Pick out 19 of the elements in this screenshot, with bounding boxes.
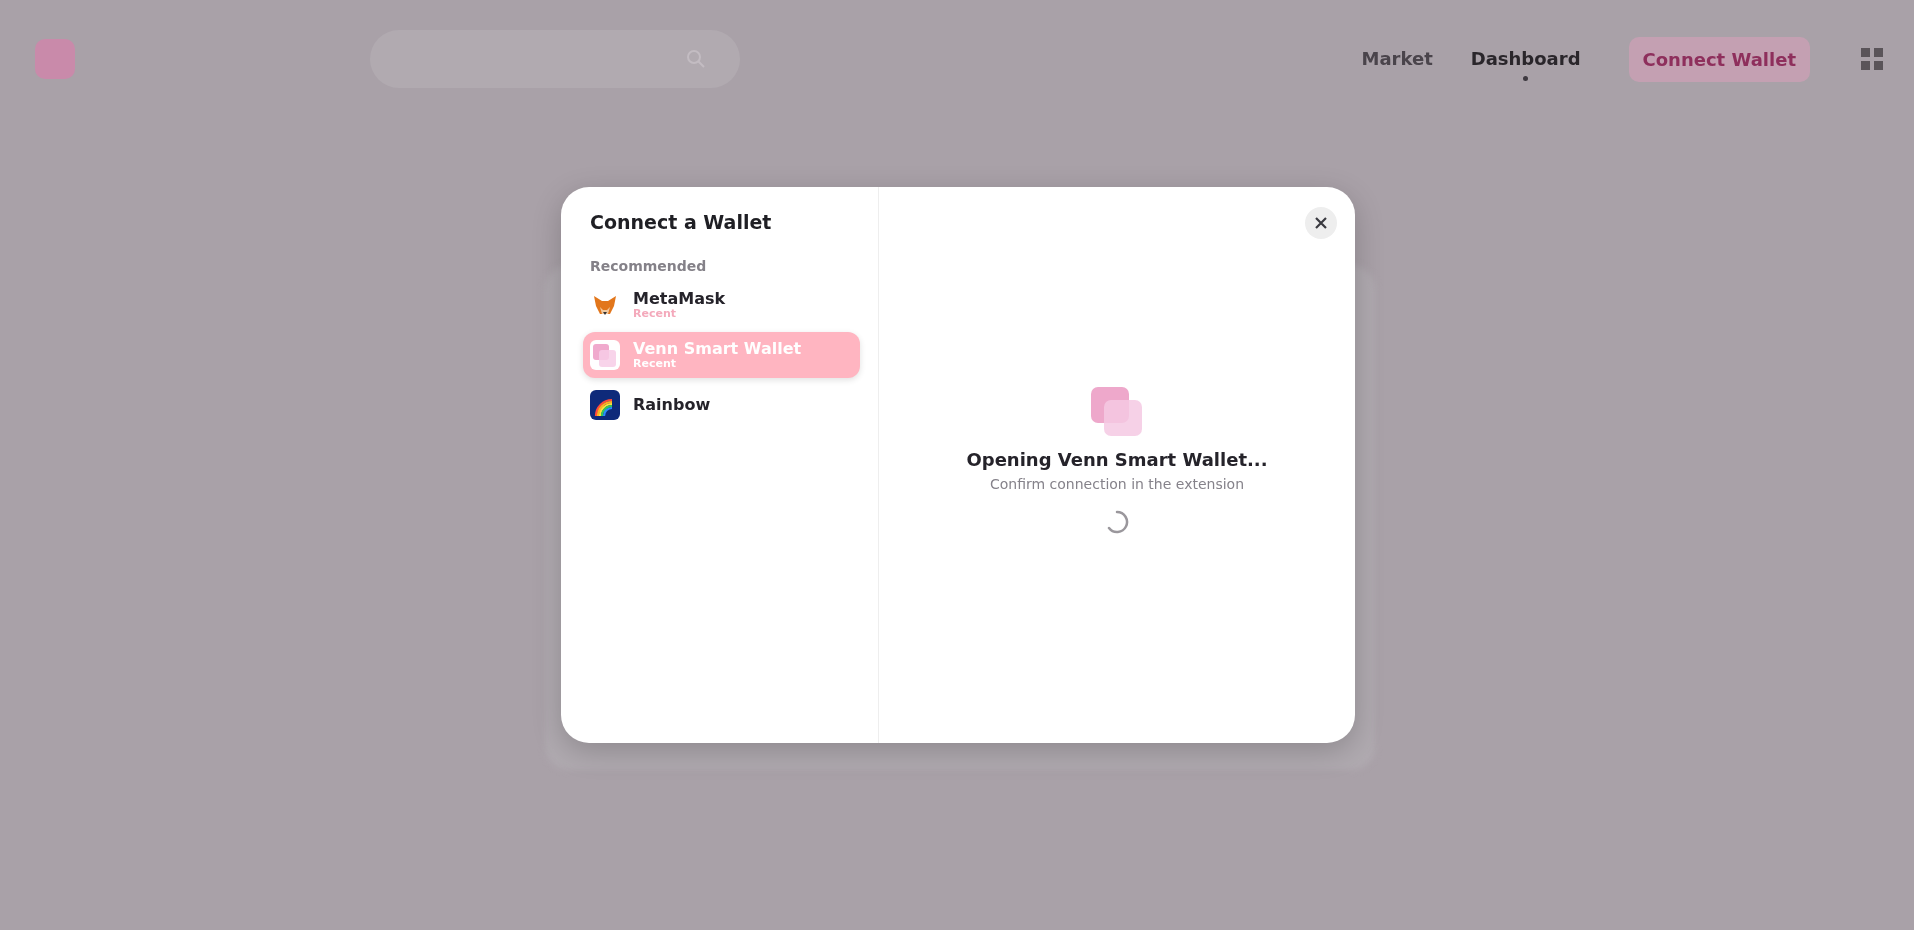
close-button[interactable]	[1305, 207, 1337, 239]
recent-label: Recent	[633, 307, 677, 320]
active-indicator	[1523, 75, 1529, 81]
wallet-option[interactable]: MetaMask Recent	[583, 281, 860, 328]
close-icon	[1314, 216, 1328, 230]
rainbow-icon	[590, 389, 620, 420]
menu-icon[interactable]	[1860, 47, 1884, 71]
section-heading: Recommended	[590, 257, 708, 274]
dialog-title: Connect a Wallet	[590, 211, 773, 234]
nav-link[interactable]: Dashboard	[1470, 48, 1581, 70]
recent-label: Recent	[633, 357, 677, 370]
overlapping-squares-icon	[590, 339, 620, 370]
connect-wallet-button[interactable]: Connect Wallet	[1628, 36, 1810, 82]
loading-spinner-icon	[1105, 510, 1129, 534]
wallet-option[interactable]: Rainbow	[583, 381, 860, 428]
status-title: Opening Venn Smart Wallet...	[966, 449, 1268, 470]
overlapping-squares-icon	[1091, 387, 1143, 437]
status-subtitle: Confirm connection in the extension	[989, 476, 1245, 492]
nav-link[interactable]: Market	[1361, 48, 1433, 70]
